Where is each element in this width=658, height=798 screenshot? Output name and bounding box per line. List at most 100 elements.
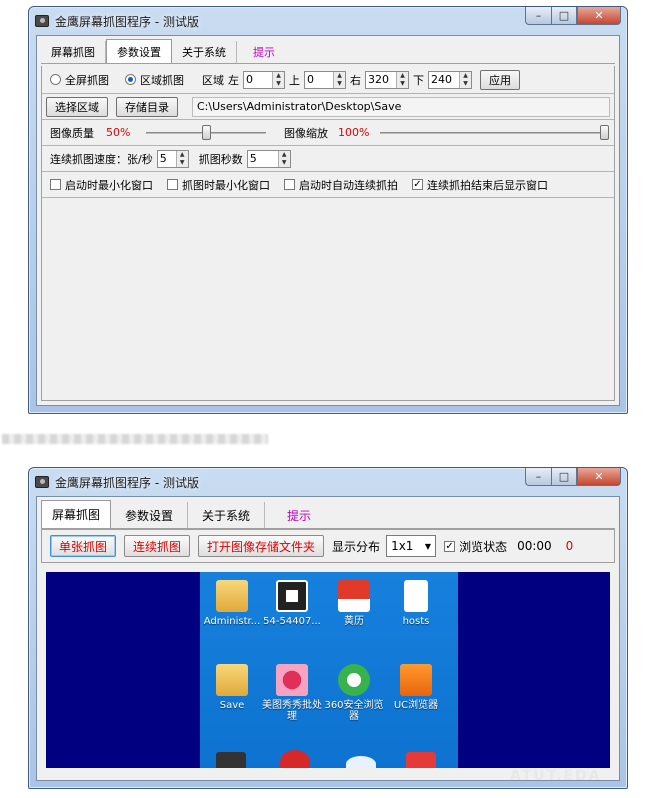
window-controls-2: – □ ✕ [525, 468, 621, 486]
camera-icon [35, 15, 49, 27]
dropdown-arrow-icon[interactable]: ▼ [425, 542, 431, 551]
image-file-icon [276, 580, 308, 612]
arrow-down-icon[interactable]: ▼ [460, 80, 471, 88]
arrow-up-icon[interactable]: ▲ [279, 151, 290, 159]
region-radio[interactable] [125, 74, 136, 85]
desktop-icon-360: 360安全浏览器 [322, 664, 386, 722]
speed-label: 连续抓图速度：张/秒 [50, 152, 153, 166]
layout-select-value: 1x1 [391, 539, 414, 553]
arrow-down-icon[interactable]: ▼ [177, 159, 188, 167]
tab-screen-capture[interactable]: 屏幕抓图 [41, 41, 106, 63]
left-stepper[interactable]: 0 ▲ ▼ [243, 70, 285, 89]
scale-slider-thumb[interactable] [600, 124, 609, 140]
option-checkbox-0[interactable] [50, 179, 61, 190]
arrow-up-icon[interactable]: ▲ [397, 72, 408, 80]
document-icon [404, 580, 428, 612]
arrow-up-icon[interactable]: ▲ [177, 151, 188, 159]
browser-360-icon [338, 664, 370, 696]
bottom-stepper[interactable]: 240 ▲ ▼ [428, 70, 472, 89]
quality-slider[interactable] [146, 124, 266, 141]
browse-checkbox[interactable]: ✓ [444, 540, 456, 552]
desktop-icon-hosts: hosts [384, 580, 448, 627]
top-label: 上 [289, 73, 300, 87]
left-value: 0 [246, 73, 253, 86]
minimize-button-2[interactable]: – [525, 468, 551, 486]
full-screen-radio[interactable] [50, 74, 61, 85]
checkmark-icon: ✓ [445, 540, 454, 552]
speed-stepper-arrows[interactable]: ▲ ▼ [175, 150, 188, 167]
capture-mode-row: 全屏抓图 区域抓图 区域 左 0 ▲ ▼ 上 0 ▲ ▼ 右 320 ▲ ▼ 下… [42, 66, 614, 94]
arrow-down-icon[interactable]: ▼ [334, 80, 345, 88]
bottom-stepper-arrows[interactable]: ▲ ▼ [459, 71, 471, 88]
arrow-up-icon[interactable]: ▲ [334, 72, 345, 80]
option-label-0: 启动时最小化窗口 [65, 178, 153, 192]
browse-label: 浏览状态 [459, 539, 508, 554]
right-stepper-arrows[interactable]: ▲ ▼ [396, 71, 408, 88]
select-area-button[interactable]: 选择区域 [46, 96, 108, 117]
arrow-up-icon[interactable]: ▲ [460, 72, 471, 80]
bottom-label: 下 [413, 73, 424, 87]
client-area: 屏幕抓图 参数设置 关于系统 提示 全屏抓图 区域抓图 区域 左 0 ▲ ▼ 上 … [36, 35, 620, 406]
single-capture-button[interactable]: 单张抓图 [50, 535, 117, 557]
paper-plane-icon [346, 756, 376, 768]
open-folder-button[interactable]: 打开图像存储文件夹 [198, 535, 325, 557]
title-bar-2[interactable]: 金鹰屏幕抓图程序 - 测试版 – □ ✕ [29, 468, 627, 496]
seconds-value: 5 [249, 152, 257, 165]
option-checkbox-3[interactable]: ✓ [412, 179, 423, 190]
tab-parameter-settings[interactable]: 参数设置 [106, 39, 172, 63]
maximize-button-2[interactable]: □ [551, 468, 577, 486]
save-dir-row: 选择区域 存储目录 C:\Users\Administrator\Desktop… [42, 94, 614, 120]
seconds-stepper[interactable]: 5 ▲ ▼ [246, 149, 291, 168]
tab-about-system[interactable]: 关于系统 [172, 41, 237, 63]
tab-screen-capture-2[interactable]: 屏幕抓图 [41, 500, 112, 528]
captured-desktop: Administr... 54-54407... 黄历 hosts Save 美… [200, 572, 458, 768]
window-controls: – □ ✕ [525, 7, 621, 25]
settings-panel: 全屏抓图 区域抓图 区域 左 0 ▲ ▼ 上 0 ▲ ▼ 右 320 ▲ ▼ 下… [41, 66, 615, 401]
partial-icon-row [210, 748, 450, 768]
option-checkbox-2[interactable] [284, 179, 295, 190]
seconds-stepper-arrows[interactable]: ▲ ▼ [277, 150, 290, 167]
window-title: 金鹰屏幕抓图程序 - 测试版 [55, 14, 199, 29]
right-label: 右 [350, 73, 361, 87]
tab-hint[interactable]: 提示 [243, 41, 285, 63]
quality-row: 图像质量 50% 图像缩放 100% [42, 120, 614, 146]
option-checkbox-1[interactable] [167, 179, 178, 190]
layout-select[interactable]: 1x1 ▼ [386, 535, 437, 557]
apply-button[interactable]: 应用 [480, 69, 520, 90]
option-label-3: 连续抓拍结束后显示窗口 [427, 178, 548, 192]
maximize-button[interactable]: □ [551, 7, 577, 25]
desktop-icon-image-file: 54-54407... [260, 580, 324, 627]
speed-stepper[interactable]: 5 ▲ ▼ [156, 149, 189, 168]
tab-hint-2[interactable]: 提示 [277, 502, 321, 528]
tab-parameter-settings-2[interactable]: 参数设置 [111, 502, 189, 528]
arrow-up-icon[interactable]: ▲ [273, 72, 284, 80]
quality-slider-thumb[interactable] [202, 124, 211, 140]
top-stepper[interactable]: 0 ▲ ▼ [304, 70, 346, 89]
arrow-down-icon[interactable]: ▼ [273, 80, 284, 88]
arrow-down-icon[interactable]: ▼ [279, 159, 290, 167]
right-value: 320 [368, 73, 389, 86]
close-button[interactable]: ✕ [577, 7, 621, 25]
settings-window: 金鹰屏幕抓图程序 - 测试版 – □ ✕ 屏幕抓图 参数设置 关于系统 提示 全… [28, 6, 628, 414]
scale-slider[interactable] [380, 124, 609, 141]
arrow-down-icon[interactable]: ▼ [397, 80, 408, 88]
save-path-field[interactable]: C:\Users\Administrator\Desktop\Save [192, 96, 610, 117]
top-value: 0 [307, 73, 314, 86]
quality-value: 50% [106, 126, 131, 139]
quality-label: 图像质量 [50, 126, 94, 140]
title-bar[interactable]: 金鹰屏幕抓图程序 - 测试版 – □ ✕ [29, 7, 627, 35]
uc-browser-icon [400, 664, 432, 696]
desktop-icon-save: Save [200, 664, 264, 711]
top-stepper-arrows[interactable]: ▲ ▼ [333, 71, 345, 88]
minimize-button[interactable]: – [525, 7, 551, 25]
left-label: 左 [228, 73, 239, 87]
continuous-capture-button[interactable]: 连续抓图 [124, 535, 191, 557]
save-dir-button[interactable]: 存储目录 [116, 96, 178, 117]
close-button-2[interactable]: ✕ [577, 468, 621, 486]
desktop-icon-huangli: 黄历 [322, 580, 386, 627]
right-stepper[interactable]: 320 ▲ ▼ [365, 70, 409, 89]
left-stepper-arrows[interactable]: ▲ ▼ [272, 71, 284, 88]
tab-bar-2: 屏幕抓图 参数设置 关于系统 提示 [41, 500, 615, 529]
tab-about-system-2[interactable]: 关于系统 [188, 502, 266, 528]
scale-label: 图像缩放 [284, 126, 328, 140]
